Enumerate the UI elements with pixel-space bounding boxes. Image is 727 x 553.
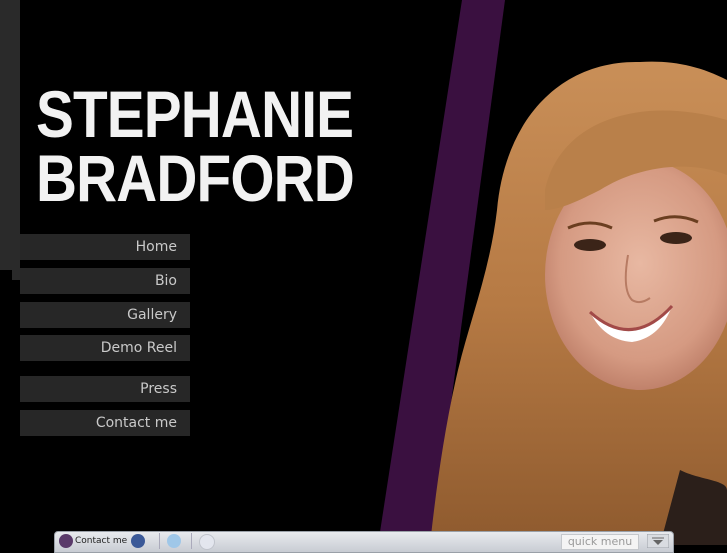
footer-separator <box>159 533 160 549</box>
footer-separator <box>191 533 192 549</box>
page-title: STEPHANIE BRADFORD <box>36 77 355 215</box>
nav-gallery[interactable]: Gallery <box>20 302 190 328</box>
twitter-icon[interactable] <box>167 534 181 548</box>
flickr-icon[interactable] <box>199 534 215 550</box>
nav-home[interactable]: Home <box>20 234 190 260</box>
contact-icon <box>59 534 73 548</box>
facebook-icon[interactable] <box>131 534 146 548</box>
left-eye <box>574 239 606 251</box>
nav-demo-reel[interactable]: Demo Reel <box>20 335 190 361</box>
footer-contact-link[interactable]: Contact me <box>59 534 147 548</box>
title-first-name: STEPHANIE <box>36 77 354 151</box>
dropdown-arrow-icon[interactable] <box>647 534 669 548</box>
quick-menu-input[interactable]: quick menu <box>561 534 639 550</box>
nav-contact-me[interactable]: Contact me <box>20 410 190 436</box>
nav-press[interactable]: Press <box>20 376 190 402</box>
nav-bio[interactable]: Bio <box>20 268 190 294</box>
title-last-name: BRADFORD <box>36 141 355 215</box>
right-eye <box>660 232 692 244</box>
footer-toolbar: Contact me quick menu <box>54 531 674 553</box>
